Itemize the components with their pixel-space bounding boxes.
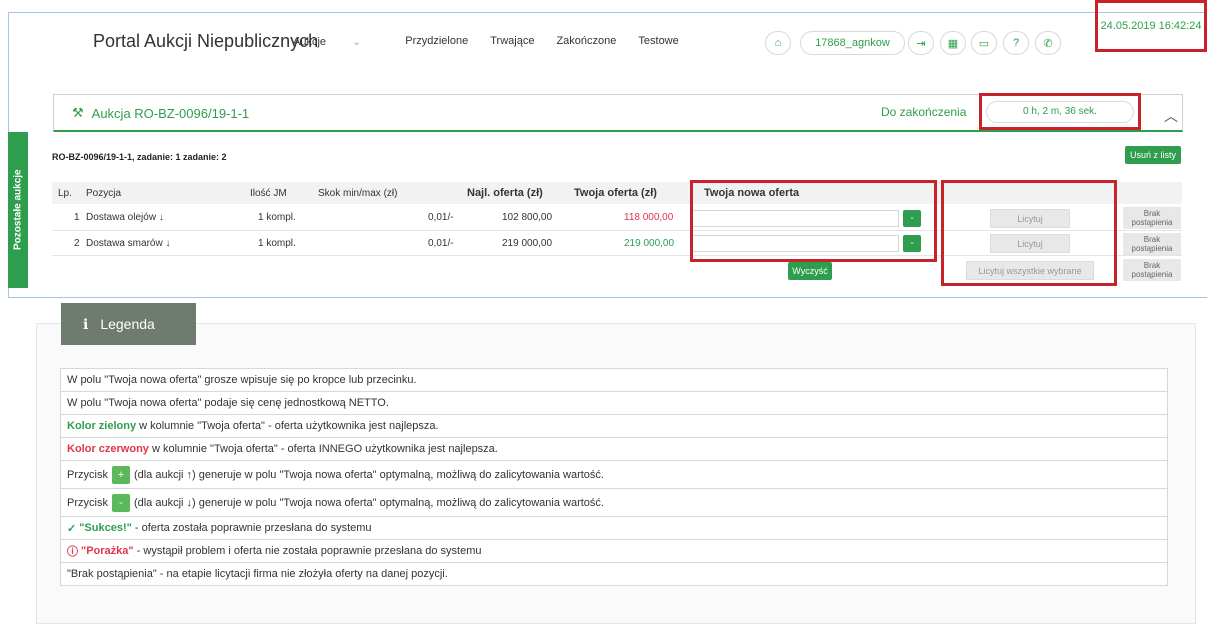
row2-qty: 1 kompl. [258,238,296,249]
auction-title[interactable]: ⚒ Aukcja RO-BZ-0096/19-1-1 [72,105,249,121]
phone-icon[interactable]: ✆ [1035,31,1061,55]
row2-skok: 0,01/- [428,238,454,249]
menu-trwajace[interactable]: Trwające [490,35,534,48]
col-pozycja: Pozycja [86,188,122,199]
legend-row: Kolor zielony w kolumnie "Twoja oferta" … [60,414,1168,437]
row2-najl: 219 000,00 [502,238,553,249]
auction-panel: ⚒ Aukcja RO-BZ-0096/19-1-1 Do zakończenia… [53,93,1183,132]
clear-button[interactable]: Wyczyść [788,262,832,280]
logout-icon[interactable]: ⇥ [908,31,934,55]
row2-lp: 2 [74,238,80,249]
menu-przydzielone[interactable]: Przydzielone [405,35,468,48]
legend-row: ✓ "Sukces!" - oferta została poprawnie pr… [60,516,1168,539]
timer-highlight: 0 h, 2 m, 36 sek. [979,93,1141,130]
row2-no-bid-button[interactable]: Brak postąpienia [1123,233,1181,255]
row1-skok: 0,01/- [428,212,454,223]
legend-row: Przycisk + (dla aukcji ↑) generuje w polu … [60,460,1168,488]
datetime-display: 24.05.2019 16:42:24 [1095,0,1207,52]
chevron-down-icon: ⌄ [352,36,362,48]
row3-no-bid-button[interactable]: Brak postąpienia [1123,259,1181,281]
chevron-up-icon[interactable]: ︿ [1164,106,1178,126]
legend-row: Przycisk - (dla aukcji ↓) generuje w polu … [60,488,1168,516]
col-skok: Skok min/max (zł) [318,188,398,199]
countdown-timer: 0 h, 2 m, 36 sek. [986,100,1134,123]
minus-icon: - [111,493,130,512]
legend-row: W polu "Twoja nowa oferta" podaje się ce… [60,391,1168,414]
remove-from-list-button[interactable]: Usuń z listy [1125,146,1181,164]
row1-lp: 1 [74,212,80,223]
col-lp: Lp. [58,188,72,199]
row2-twoja: 219 000,00 [624,238,675,249]
row1-twoja: 118 000,00 [624,212,674,223]
info-icon: ℹ [83,315,89,332]
book-icon[interactable]: ▭ [971,31,997,55]
row1-no-bid-button[interactable]: Brak postąpienia [1123,207,1181,229]
alert-circle-icon: ⓘ [67,546,78,558]
row1-qty: 1 kompl. [258,212,296,223]
check-circle-icon: ✓ [67,522,77,535]
col-ilosc: Ilość JM [250,188,287,199]
gavel-icon: ⚒ [72,105,84,120]
help-icon[interactable]: ? [1003,31,1029,55]
menu-zakonczone[interactable]: Zakończone [556,35,616,48]
legend-row: Kolor czerwony w kolumnie "Twoja oferta"… [60,437,1168,460]
user-button[interactable]: 17868_agnkow [800,31,905,55]
calculator-icon[interactable]: ▦ [940,31,966,55]
legend-row: W polu "Twoja nowa oferta" grosze wpisuj… [60,368,1168,391]
row1-najl: 102 800,00 [502,212,553,223]
main-menu: Aukcje ⌄ Przydzielone Trwające Zakończone… [293,35,701,48]
plus-icon: + [111,465,130,484]
menu-testowe[interactable]: Testowe [638,35,678,48]
highlight-bid-buttons [941,180,1117,286]
brand-title[interactable]: Portal Aukcji Niepublicznych [93,31,318,52]
highlight-new-offer [690,180,937,262]
home-icon[interactable]: ⌂ [765,31,791,55]
row2-name[interactable]: Dostawa smarów ↓ [86,238,170,249]
legend-row: ⓘ "Porażka" - wystąpił problem i oferta n… [60,539,1168,562]
sidebar-tab-other-auctions[interactable]: Pozostałe aukcje [8,132,28,288]
legend-row: "Brak postąpienia" - na etapie licytacji… [60,562,1168,586]
col-najl: Najl. oferta (zł) [467,187,543,199]
auction-subtitle: RO-BZ-0096/19-1-1, zadanie: 1 zadanie: 2 [52,152,227,162]
legend-button[interactable]: ℹ Legenda [61,303,196,345]
col-twoja: Twoja oferta (zł) [574,187,657,199]
row1-name[interactable]: Dostawa olejów ↓ [86,212,164,223]
deadline-label: Do zakończenia [881,105,967,119]
menu-aukcje[interactable]: Aukcje ⌄ [293,35,383,48]
